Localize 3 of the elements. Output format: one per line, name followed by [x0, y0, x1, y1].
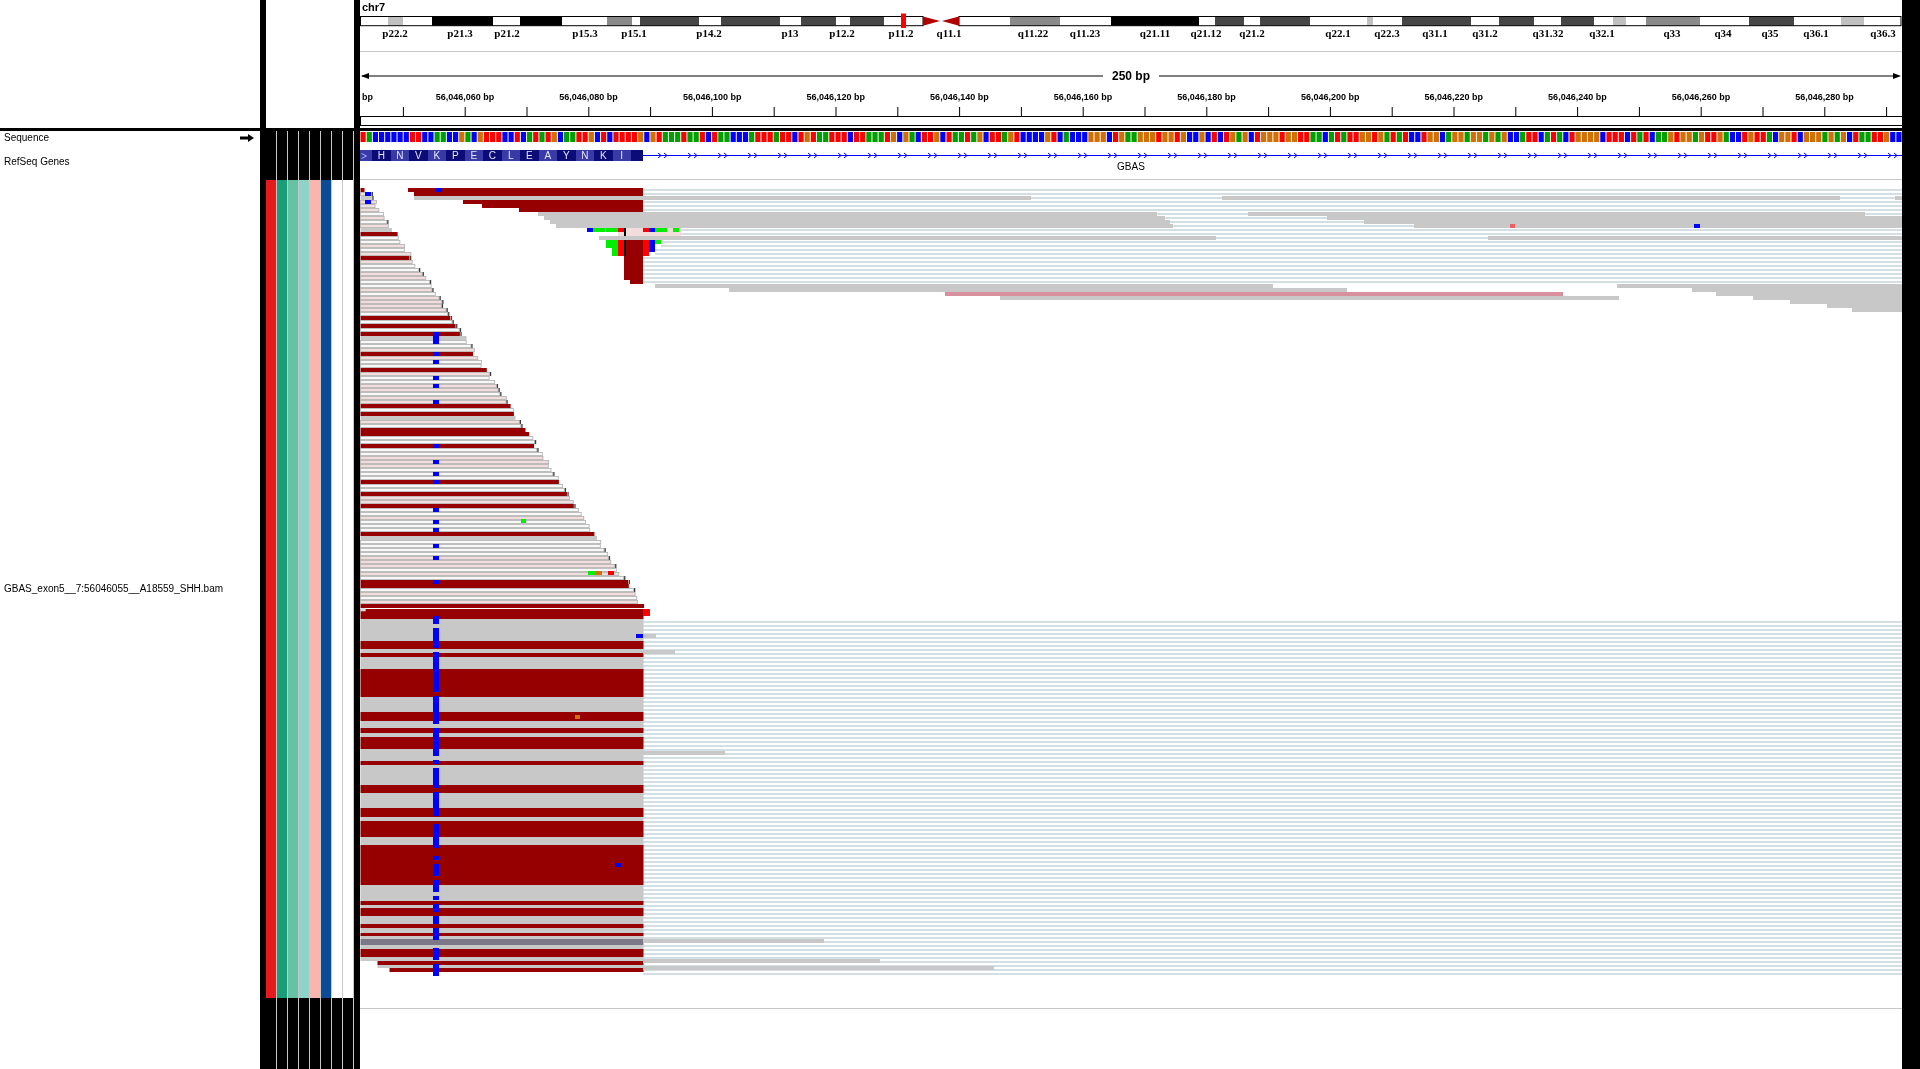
track-name: Sequence — [4, 132, 50, 144]
track-name: GBAS_exon5__7:56046055__A18559_SHH.bam — [4, 583, 224, 595]
track-name: RefSeq Genes — [4, 156, 70, 168]
